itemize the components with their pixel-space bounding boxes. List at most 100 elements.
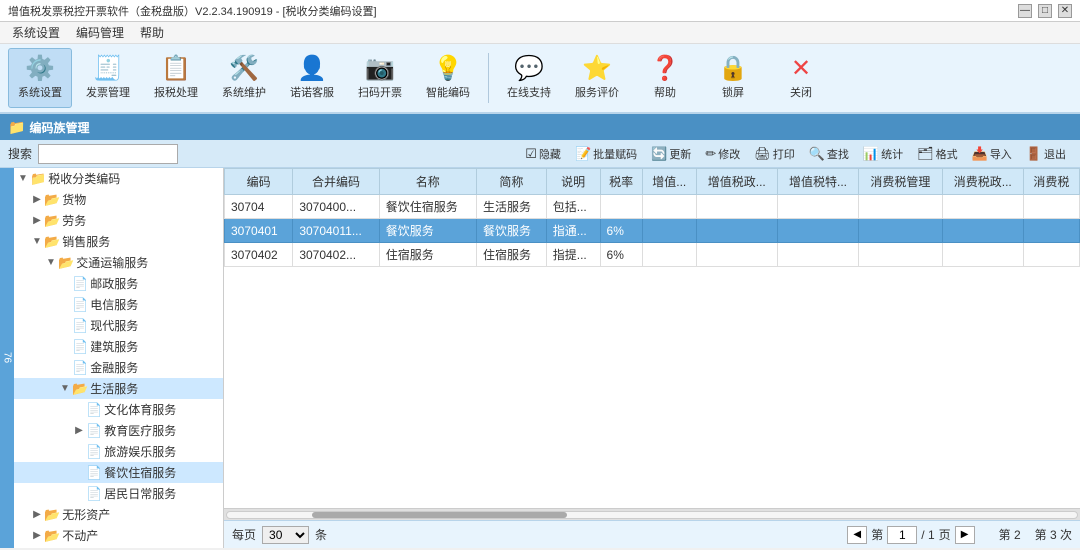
col-abbr[interactable]: 简称 [476, 169, 546, 195]
import-btn[interactable]: 📥导入 [966, 144, 1018, 164]
next-page-btn[interactable]: ▶ [955, 526, 975, 544]
hide-btn[interactable]: ☑隐藏 [519, 144, 567, 164]
toolbar-nuonuo[interactable]: 👤 诺诺客服 [280, 48, 344, 108]
tree-transport[interactable]: ▼ 📂 交通运输服务 [14, 252, 223, 273]
life-service-toggle[interactable]: ▼ [58, 383, 72, 394]
tree-root[interactable]: ▼ 📁 税收分类编码 [14, 168, 223, 189]
batch-code-icon: 📝 [575, 146, 591, 162]
menu-help[interactable]: 帮助 [132, 22, 172, 43]
col-merge-code[interactable]: 合并编码 [293, 169, 379, 195]
update-btn[interactable]: 🔄更新 [645, 144, 697, 164]
table-row[interactable]: 3070402 3070402... 住宿服务 住宿服务 指提... 6% [225, 243, 1080, 267]
tree-edu-medical[interactable]: ▶ 📄 教育医疗服务 [14, 420, 223, 441]
horizontal-scrollbar[interactable] [224, 508, 1080, 520]
print-btn[interactable]: 🖨打印 [748, 144, 801, 164]
labor-label: 劳务 [62, 212, 86, 229]
toolbar-invoice-mgmt[interactable]: 🧾 发票管理 [76, 48, 140, 108]
col-consumption[interactable]: 消费税 [1023, 169, 1079, 195]
construction-label: 建筑服务 [90, 338, 138, 355]
toolbar-tax-report[interactable]: 📋 报税处理 [144, 48, 208, 108]
cell-cp-2 [942, 219, 1023, 243]
tree-postal[interactable]: 📄 邮政服务 [14, 273, 223, 294]
edu-medical-toggle[interactable]: ▶ [72, 425, 86, 436]
sales-service-toggle[interactable]: ▼ [30, 236, 44, 247]
col-consumption-mgmt[interactable]: 消费税管理 [859, 169, 943, 195]
tree-non-taxable[interactable]: 📄 未发生销售行为的不征税项目 [14, 546, 223, 548]
tree-food-lodging[interactable]: 📄 餐饮住宿服务 [14, 462, 223, 483]
table-row[interactable]: 30704 3070400... 餐饮住宿服务 生活服务 包括... [225, 195, 1080, 219]
prev-page-btn[interactable]: ◀ [847, 526, 867, 544]
col-tax-rate[interactable]: 税率 [600, 169, 642, 195]
per-page-select[interactable]: 30 50 100 [262, 526, 309, 544]
sidebar: ▼ 📁 税收分类编码 ▶ 📂 货物 ▶ 📂 劳务 ▼ 📂 销售服务 ▼ 📂 交通… [14, 168, 224, 548]
menu-code-mgmt[interactable]: 编码管理 [68, 22, 132, 43]
toolbar-service-eval[interactable]: ⭐ 服务评价 [565, 48, 629, 108]
cell-name-2: 餐饮服务 [379, 219, 476, 243]
root-toggle[interactable]: ▼ [16, 173, 30, 184]
col-vat-policy[interactable]: 增值税政... [696, 169, 777, 195]
toolbar-online-support[interactable]: 💬 在线支持 [497, 48, 561, 108]
col-consumption-policy[interactable]: 消费税政... [942, 169, 1023, 195]
menu-system-settings[interactable]: 系统设置 [4, 22, 68, 43]
left-indicator[interactable]: 76 [0, 168, 14, 548]
tree-modern[interactable]: 📄 现代服务 [14, 315, 223, 336]
toolbar-sys-maint[interactable]: 🛠️ 系统维护 [212, 48, 276, 108]
tree-real-estate[interactable]: ▶ 📂 不动产 [14, 525, 223, 546]
import-icon: 📥 [972, 146, 988, 162]
cell-abbr-2: 餐饮服务 [476, 219, 546, 243]
online-support-icon: 💬 [514, 57, 544, 81]
table-wrapper[interactable]: 编码 合并编码 名称 简称 说明 税率 增值... 增值税政... 增值税特..… [224, 168, 1080, 508]
tree-construction[interactable]: 📄 建筑服务 [14, 336, 223, 357]
current-page-input[interactable] [887, 526, 917, 544]
query-btn[interactable]: 🔍查找 [803, 144, 855, 164]
col-name[interactable]: 名称 [379, 169, 476, 195]
batch-code-btn[interactable]: 📝批量赋码 [569, 144, 643, 164]
stats-btn[interactable]: 📊统计 [857, 144, 909, 164]
col-code[interactable]: 编码 [225, 169, 293, 195]
toolbar-service-eval-label: 服务评价 [575, 84, 619, 100]
col-desc[interactable]: 说明 [546, 169, 600, 195]
maximize-button[interactable]: □ [1038, 4, 1052, 18]
data-table: 编码 合并编码 名称 简称 说明 税率 增值... 增值税政... 增值税特..… [224, 168, 1080, 267]
smart-code-icon: 💡 [433, 57, 463, 81]
col-vat[interactable]: 增值... [642, 169, 696, 195]
transport-toggle[interactable]: ▼ [44, 257, 58, 268]
toolbar-lock[interactable]: 🔒 锁屏 [701, 48, 765, 108]
intangible-toggle[interactable]: ▶ [30, 509, 44, 520]
format-btn[interactable]: 🗂格式 [911, 144, 964, 164]
labor-toggle[interactable]: ▶ [30, 215, 44, 226]
close-window-button[interactable]: ✕ [1058, 4, 1072, 18]
cell-merge-3: 3070402... [293, 243, 379, 267]
toolbar-scan-invoice[interactable]: 📷 扫码开票 [348, 48, 412, 108]
tree-tourism[interactable]: 📄 旅游娱乐服务 [14, 441, 223, 462]
tree-labor[interactable]: ▶ 📂 劳务 [14, 210, 223, 231]
toolbar-system-settings[interactable]: ⚙️ 系统设置 [8, 48, 72, 108]
tree-culture-sports[interactable]: 📄 文化体育服务 [14, 399, 223, 420]
page-unit: 页 [939, 526, 951, 543]
toolbar-smart-code[interactable]: 💡 智能编码 [416, 48, 480, 108]
toolbar-close[interactable]: ✕ 关闭 [769, 48, 833, 108]
real-estate-toggle[interactable]: ▶ [30, 530, 44, 541]
menu-bar: 系统设置 编码管理 帮助 [0, 22, 1080, 44]
search-input[interactable] [38, 144, 178, 164]
goods-toggle[interactable]: ▶ [30, 194, 44, 205]
tree-goods[interactable]: ▶ 📂 货物 [14, 189, 223, 210]
table-row[interactable]: 3070401 30704011... 餐饮服务 餐饮服务 指通... 6% [225, 219, 1080, 243]
tree-intangible[interactable]: ▶ 📂 无形资产 [14, 504, 223, 525]
stats-icon: 📊 [863, 146, 879, 162]
tree-financial[interactable]: 📄 金融服务 [14, 357, 223, 378]
minimize-button[interactable]: — [1018, 4, 1032, 18]
exit-btn[interactable]: 🚪退出 [1020, 144, 1072, 164]
tree-life-service[interactable]: ▼ 📂 生活服务 [14, 378, 223, 399]
cell-cp-1 [942, 195, 1023, 219]
tree-sales-service[interactable]: ▼ 📂 销售服务 [14, 231, 223, 252]
scrollbar-thumb[interactable] [312, 512, 567, 518]
tree-telecom[interactable]: 📄 电信服务 [14, 294, 223, 315]
toolbar-help[interactable]: ❓ 帮助 [633, 48, 697, 108]
tree-resident-daily[interactable]: 📄 居民日常服务 [14, 483, 223, 504]
cell-desc-2: 指通... [546, 219, 600, 243]
col-vat-special[interactable]: 增值税特... [777, 169, 858, 195]
toolbar-online-support-label: 在线支持 [507, 84, 551, 100]
scrollbar-track[interactable] [226, 511, 1078, 519]
modify-btn[interactable]: ✏修改 [699, 144, 746, 164]
